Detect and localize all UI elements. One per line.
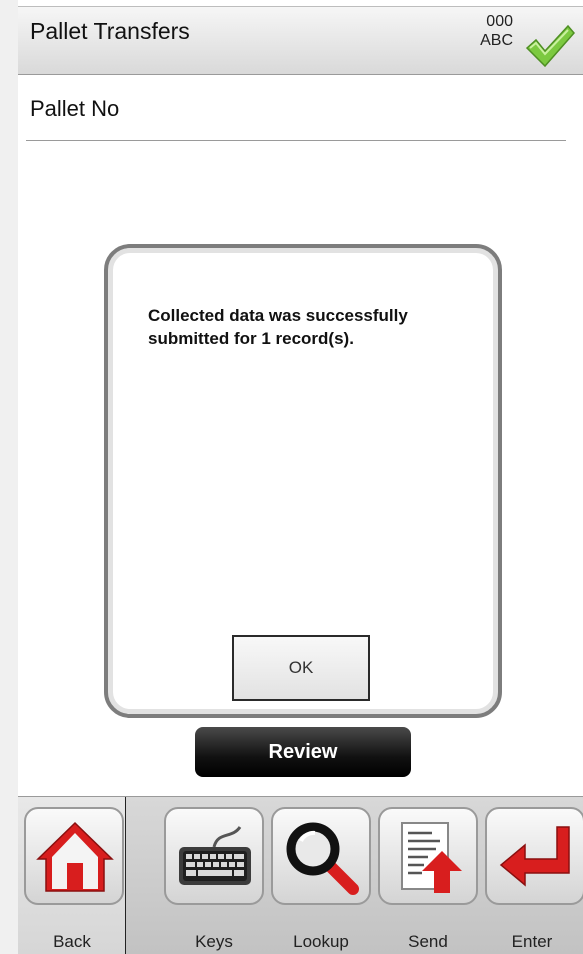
pallet-no-input[interactable] (26, 140, 566, 141)
magnifier-icon (286, 822, 359, 895)
lookup-button-tile (271, 807, 371, 905)
enter-label: Enter (511, 932, 553, 951)
review-button[interactable]: Review (195, 727, 411, 777)
back-label: Back (53, 932, 91, 951)
lookup-button[interactable] (271, 807, 371, 905)
send-button[interactable] (378, 807, 478, 905)
message-dialog: Collected data was successfully submitte… (104, 244, 502, 718)
bottom-toolbar: Back Keys Lookup Send Enter (18, 796, 583, 954)
keys-button-tile (164, 807, 264, 905)
keyboard-icon (179, 826, 251, 885)
keys-button[interactable] (164, 807, 264, 905)
keys-label: Keys (195, 932, 233, 951)
ok-button[interactable]: OK (232, 635, 370, 701)
status-keyboard-mode: ABC (480, 32, 513, 49)
send-document-icon (401, 822, 462, 893)
send-label: Send (408, 932, 448, 951)
home-icon (36, 821, 114, 892)
enter-button-tile (485, 807, 583, 905)
back-button-tile (24, 807, 124, 905)
enter-button[interactable] (485, 807, 583, 905)
enter-arrow-icon (499, 826, 570, 887)
status-indicator: 000 ABC (473, 12, 513, 50)
send-button-tile (378, 807, 478, 905)
pallet-no-label: Pallet No (30, 96, 120, 121)
status-code: 000 (486, 13, 513, 30)
lookup-label: Lookup (293, 932, 349, 951)
dialog-message: Collected data was successfully submitte… (148, 306, 408, 348)
back-button[interactable] (24, 807, 124, 905)
checkmark-icon[interactable] (524, 21, 576, 71)
title-bar: Pallet Transfers 000 ABC (18, 6, 583, 75)
page-title: Pallet Transfers (30, 18, 190, 44)
app-window: Pallet Transfers 000 ABC Pallet No Colle… (18, 0, 583, 954)
